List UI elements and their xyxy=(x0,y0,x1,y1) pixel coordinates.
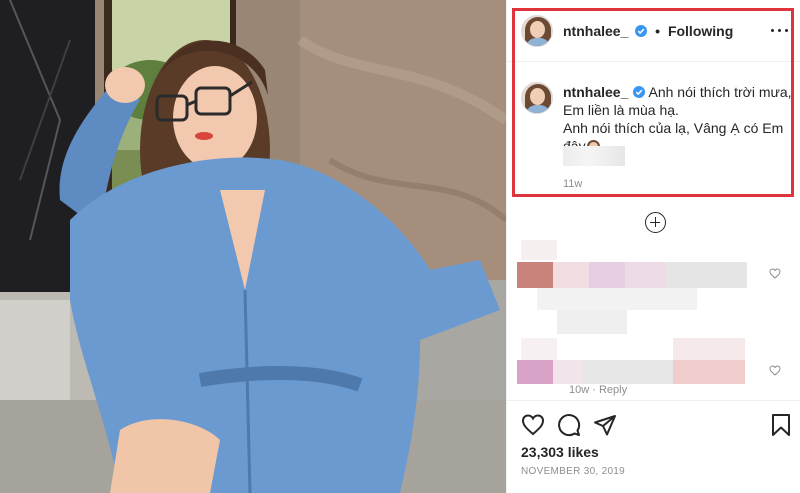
post-photo[interactable] xyxy=(0,0,506,493)
following-button[interactable]: Following xyxy=(668,23,733,39)
caption-line-1: Anh nói thích trời mưa, xyxy=(648,84,792,100)
verified-badge-icon xyxy=(635,25,648,37)
post-date: NOVEMBER 30, 2019 xyxy=(521,466,626,477)
separator-dot: • xyxy=(655,23,661,39)
verified-badge-icon xyxy=(633,86,646,98)
author-avatar[interactable] xyxy=(521,15,553,47)
bookmark-icon[interactable] xyxy=(769,413,793,437)
caption-timestamp: 11w xyxy=(563,178,583,190)
heart-icon[interactable] xyxy=(521,413,545,437)
post-caption: ntnhalee_ Anh nói thích trời mưa, Em liề… xyxy=(507,62,800,196)
load-more-comments-icon[interactable] xyxy=(645,212,666,233)
caption-text: ntnhalee_ Anh nói thích trời mưa, Em liề… xyxy=(563,83,793,155)
author-username[interactable]: ntnhalee_ xyxy=(563,23,628,39)
caption-author-username[interactable]: ntnhalee_ xyxy=(563,84,628,100)
post-header: ntnhalee_ • Following xyxy=(507,0,800,62)
commenter-avatar[interactable] xyxy=(517,360,553,384)
comment-like-heart-icon[interactable] xyxy=(769,268,781,279)
comment-reply-meta[interactable]: 10w · Reply xyxy=(569,384,627,396)
caption-line-3: Anh nói thích của lạ, Vâng Ạ có Em xyxy=(563,120,784,136)
share-icon[interactable] xyxy=(593,413,617,437)
header-author-line: ntnhalee_ • Following xyxy=(563,23,733,39)
more-options-icon[interactable] xyxy=(771,22,789,38)
blurred-hashtags xyxy=(563,146,625,166)
caption-line-2: Em liền là mùa hạ. xyxy=(563,102,679,118)
likes-count[interactable]: 23,303 likes xyxy=(521,444,599,460)
commenter-avatar[interactable] xyxy=(517,262,553,288)
post-side-panel: ntnhalee_ • Following ntnhalee_ Anh nói … xyxy=(506,0,800,493)
comment-icon[interactable] xyxy=(557,413,581,437)
post-actions-bar xyxy=(507,400,800,448)
comment-like-heart-icon[interactable] xyxy=(769,365,781,376)
caption-author-avatar[interactable] xyxy=(521,82,553,114)
post-image xyxy=(0,0,506,493)
